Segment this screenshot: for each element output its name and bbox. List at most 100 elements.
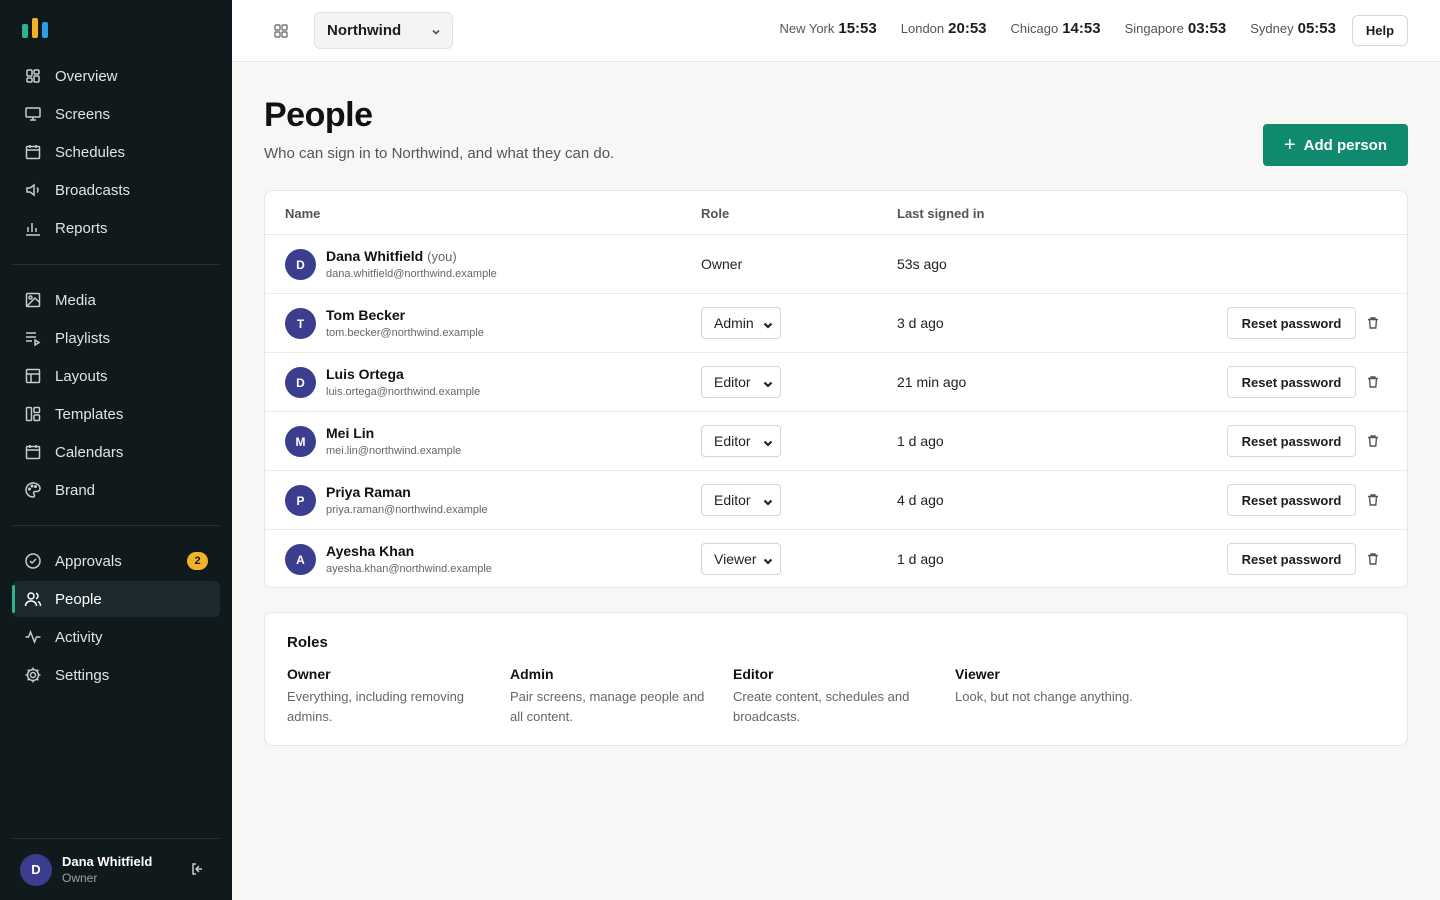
org-switcher[interactable]: Northwind [314, 12, 453, 49]
avatar: D [285, 249, 316, 280]
reset-password-button[interactable]: Reset password [1227, 543, 1356, 575]
logout-icon[interactable] [190, 861, 206, 877]
add-person-button[interactable]: + Add person [1263, 124, 1408, 166]
column-header-last-signed-in: Last signed in [897, 206, 985, 221]
role-select[interactable]: Editor [701, 425, 781, 457]
palette-icon [24, 481, 42, 499]
approvals-count-badge: 2 [187, 552, 208, 570]
sidebar-item-layouts[interactable]: Layouts [12, 358, 220, 394]
avatar: P [285, 485, 316, 516]
person-email: priya.raman@northwind.example [326, 504, 488, 516]
page-subtitle: Who can sign in to Northwind, and what t… [264, 145, 615, 162]
sidebar-item-label: Calendars [55, 443, 124, 461]
nav-group-main: Overview Screens Schedules Broadcasts Report… [12, 58, 220, 248]
table-row: D Dana Whitfield (you) dana.whitfield@nort… [265, 235, 1407, 294]
last-signed-in: 1 d ago [897, 551, 944, 567]
chevron-down-icon [762, 377, 774, 389]
person-name-text: Luis Ortega [326, 366, 404, 382]
clock-city: Sydney [1250, 21, 1294, 36]
role-select[interactable]: Viewer [701, 543, 781, 575]
avatar: D [20, 853, 52, 886]
person-name: Mei Lin [326, 425, 374, 441]
last-signed-in: 1 d ago [897, 433, 944, 449]
table-row: P Priya Raman priya.raman@northwind.exampl… [265, 471, 1407, 530]
sidebar-item-label: Media [55, 291, 96, 309]
chevron-down-icon [762, 318, 774, 330]
apps-grid-icon[interactable] [272, 22, 290, 40]
person-name-text: Ayesha Khan [326, 543, 415, 559]
last-signed-in: 4 d ago [897, 492, 944, 508]
role-select-value: Editor [714, 374, 751, 390]
role-admin: Admin Pair screens, manage people and all… [510, 666, 715, 727]
role-name: Viewer [955, 666, 1000, 682]
reset-password-button[interactable]: Reset password [1227, 366, 1356, 398]
column-header-name: Name [285, 206, 321, 221]
role-description: Pair screens, manage people and all cont… [510, 689, 705, 724]
table-row: T Tom Becker tom.becker@northwind.example A… [265, 294, 1407, 353]
sidebar-item-label: Overview [55, 67, 118, 85]
trash-icon[interactable] [1366, 434, 1380, 448]
sidebar-item-broadcasts[interactable]: Broadcasts [12, 172, 220, 208]
role-select-value: Editor [714, 433, 751, 449]
org-name: Northwind [327, 22, 402, 39]
speaker-icon [24, 181, 42, 199]
person-name: Dana Whitfield (you) [326, 248, 457, 264]
person-name: Ayesha Khan [326, 543, 414, 559]
reset-password-button[interactable]: Reset password [1227, 484, 1356, 516]
sidebar-item-label: Approvals [55, 552, 122, 570]
sidebar-item-screens[interactable]: Screens [12, 96, 220, 132]
chevron-down-icon [762, 554, 774, 566]
sidebar-item-schedules[interactable]: Schedules [12, 134, 220, 170]
sidebar-item-activity[interactable]: Activity [12, 619, 220, 655]
sidebar-item-calendars[interactable]: Calendars [12, 434, 220, 470]
table-row: A Ayesha Khan ayesha.khan@northwind.exampl… [265, 530, 1407, 587]
role-select[interactable]: Editor [701, 366, 781, 398]
sidebar-item-reports[interactable]: Reports [12, 210, 220, 246]
table-header: Name Role Last signed in [265, 191, 1407, 235]
current-user-card[interactable]: D Dana Whitfield Owner [12, 838, 220, 900]
trash-icon[interactable] [1366, 493, 1380, 507]
clock-city: Chicago [1010, 21, 1059, 36]
reset-password-button[interactable]: Reset password [1227, 425, 1356, 457]
sidebar-item-overview[interactable]: Overview [12, 58, 220, 94]
last-signed-in: 21 min ago [897, 374, 967, 390]
help-button[interactable]: Help [1352, 15, 1408, 46]
reset-password-button[interactable]: Reset password [1227, 307, 1356, 339]
clock-time: 14:53 [1062, 20, 1101, 37]
clock-time: 05:53 [1297, 20, 1336, 37]
role-description: Create content, schedules and broadcasts… [733, 689, 910, 724]
role-select-value: Editor [714, 492, 751, 508]
role-name: Editor [733, 666, 774, 682]
last-signed-in: 3 d ago [897, 315, 944, 331]
person-name-text: Dana Whitfield [326, 248, 424, 264]
clock-city: London [900, 21, 945, 36]
chevron-down-icon [762, 436, 774, 448]
sidebar-item-people[interactable]: People [12, 581, 220, 617]
trash-icon[interactable] [1366, 316, 1380, 330]
clock-singapore: Singapore 03:53 [1125, 20, 1227, 37]
role-select[interactable]: Admin [701, 307, 781, 339]
sidebar-item-label: People [55, 590, 102, 608]
sidebar-item-playlists[interactable]: Playlists [12, 320, 220, 356]
sidebar-item-approvals[interactable]: Approvals 2 [12, 543, 220, 579]
sidebar-item-settings[interactable]: Settings [12, 657, 220, 693]
role-name: Owner [287, 666, 331, 682]
sidebar-item-brand[interactable]: Brand [12, 472, 220, 508]
people-table: Name Role Last signed in D Dana Whitfield… [264, 190, 1408, 588]
sidebar-item-media[interactable]: Media [12, 282, 220, 318]
clock-chicago: Chicago 14:53 [1011, 20, 1101, 37]
app-logo[interactable] [22, 18, 52, 38]
trash-icon[interactable] [1366, 375, 1380, 389]
role-select[interactable]: Editor [701, 484, 781, 516]
grid-icon [24, 67, 42, 85]
sidebar-item-label: Activity [55, 628, 103, 646]
trash-icon[interactable] [1366, 552, 1380, 566]
user-role: Owner [62, 871, 98, 885]
nav-divider [12, 525, 220, 526]
avatar: T [285, 308, 316, 339]
chevron-down-icon [430, 25, 442, 37]
avatar: M [285, 426, 316, 457]
sidebar-item-label: Layouts [55, 367, 108, 385]
nav-group-admin: Approvals 2 People Activity Settings [12, 543, 220, 695]
sidebar-item-templates[interactable]: Templates [12, 396, 220, 432]
